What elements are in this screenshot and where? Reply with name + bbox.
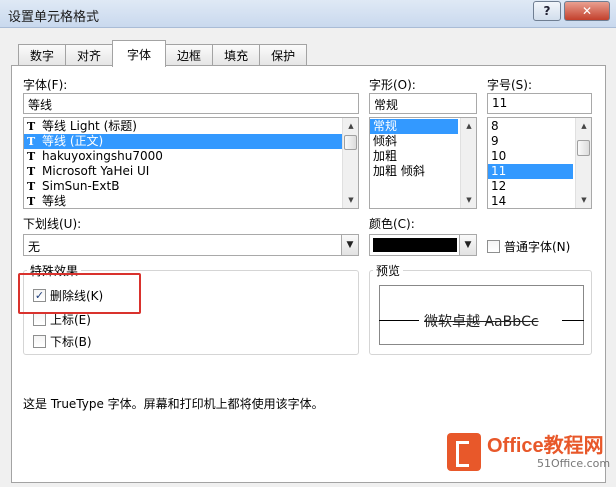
font-label: 字体(F): xyxy=(23,78,68,92)
scroll-up-icon[interactable]: ▲ xyxy=(461,118,476,134)
size-label: 字号(S): xyxy=(487,78,533,92)
preview-text: 微软卓越 AaBbCc xyxy=(424,314,539,330)
help-button[interactable]: ? xyxy=(533,1,561,21)
underline-value: 无 xyxy=(28,240,41,254)
tab-protection[interactable]: 保护 xyxy=(259,44,308,66)
scroll-up-icon[interactable]: ▲ xyxy=(576,118,591,134)
scroll-up-icon[interactable]: ▲ xyxy=(343,118,358,134)
style-scrollbar[interactable]: ▲ ▼ xyxy=(460,118,476,208)
truetype-icon: T xyxy=(27,150,36,163)
annotation-highlight xyxy=(18,273,141,314)
tab-fill[interactable]: 填充 xyxy=(212,44,261,66)
normal-font-label: 普通字体(N) xyxy=(504,240,571,254)
scroll-thumb[interactable] xyxy=(577,140,590,156)
list-item[interactable]: T Microsoft YaHei UI xyxy=(24,164,358,179)
watermark-sub: 51Office.com xyxy=(537,456,611,470)
size-scrollbar[interactable]: ▲ ▼ xyxy=(575,118,591,208)
checkbox-icon xyxy=(33,313,46,326)
list-item[interactable]: T 等线 (正文) xyxy=(24,134,358,149)
color-select[interactable]: ▼ xyxy=(369,234,477,256)
title-bar: 设置单元格格式 ? ✕ xyxy=(0,0,616,28)
font-info-text: 这是 TrueType 字体。屏幕和打印机上都将使用该字体。 xyxy=(23,397,324,411)
subscript-checkbox[interactable]: 下标(B) xyxy=(33,333,92,350)
list-item[interactable]: 11 xyxy=(488,164,573,179)
tab-font[interactable]: 字体 xyxy=(112,40,167,67)
scroll-down-icon[interactable]: ▼ xyxy=(576,192,591,208)
list-item[interactable]: T 等线 xyxy=(24,194,358,208)
watermark: Office教程网 51Office.com xyxy=(447,433,610,471)
list-item[interactable]: 常规 xyxy=(370,119,458,134)
chevron-down-icon[interactable]: ▼ xyxy=(341,235,358,255)
window-title: 设置单元格格式 xyxy=(8,10,100,25)
tab-strip: 数字 对齐 字体 边框 填充 保护 xyxy=(18,40,308,67)
checkbox-icon xyxy=(487,240,500,253)
help-icon: ? xyxy=(543,4,551,18)
close-button[interactable]: ✕ xyxy=(564,1,610,21)
preview-baseline xyxy=(379,320,419,321)
scroll-down-icon[interactable]: ▼ xyxy=(343,192,358,208)
style-list[interactable]: 常规 倾斜 加粗 加粗 倾斜 ▲ ▼ xyxy=(369,117,477,209)
preview-title: 预览 xyxy=(373,262,404,279)
truetype-icon: T xyxy=(27,135,36,148)
tab-alignment[interactable]: 对齐 xyxy=(65,44,114,66)
normal-font-checkbox[interactable]: 普通字体(N) xyxy=(487,238,570,255)
size-list[interactable]: 8 9 10 11 12 14 ▲ ▼ xyxy=(487,117,592,209)
font-input[interactable]: 等线 xyxy=(23,93,359,114)
underline-select[interactable]: 无 ▼ xyxy=(23,234,359,256)
style-label: 字形(O): xyxy=(369,78,416,92)
tab-border[interactable]: 边框 xyxy=(165,44,214,66)
checkbox-icon xyxy=(33,335,46,348)
tab-number[interactable]: 数字 xyxy=(18,44,67,66)
font-scrollbar[interactable]: ▲ ▼ xyxy=(342,118,358,208)
truetype-icon: T xyxy=(27,195,36,208)
color-label: 颜色(C): xyxy=(369,217,415,231)
truetype-icon: T xyxy=(27,120,36,133)
scroll-down-icon[interactable]: ▼ xyxy=(461,192,476,208)
style-input[interactable]: 常规 xyxy=(369,93,477,114)
close-icon: ✕ xyxy=(581,4,593,18)
font-list[interactable]: T 等线 Light (标题) T 等线 (正文) Thakuyoxingshu70… xyxy=(23,117,359,209)
truetype-icon: T xyxy=(27,180,36,193)
underline-label: 下划线(U): xyxy=(23,217,82,231)
chevron-down-icon[interactable]: ▼ xyxy=(459,235,476,255)
list-item[interactable]: Thakuyoxingshu7000 xyxy=(24,149,358,164)
office-logo-icon xyxy=(447,433,481,471)
truetype-icon: T xyxy=(27,165,36,178)
color-swatch xyxy=(373,238,457,252)
size-input[interactable]: 11 xyxy=(487,93,592,114)
scroll-thumb[interactable] xyxy=(344,135,357,150)
list-item[interactable]: T 等线 Light (标题) xyxy=(24,119,358,134)
subscript-label: 下标(B) xyxy=(50,335,92,349)
list-item[interactable]: T SimSun-ExtB xyxy=(24,179,358,194)
preview-baseline xyxy=(562,320,584,321)
watermark-brand: Office教程网 xyxy=(487,434,604,457)
